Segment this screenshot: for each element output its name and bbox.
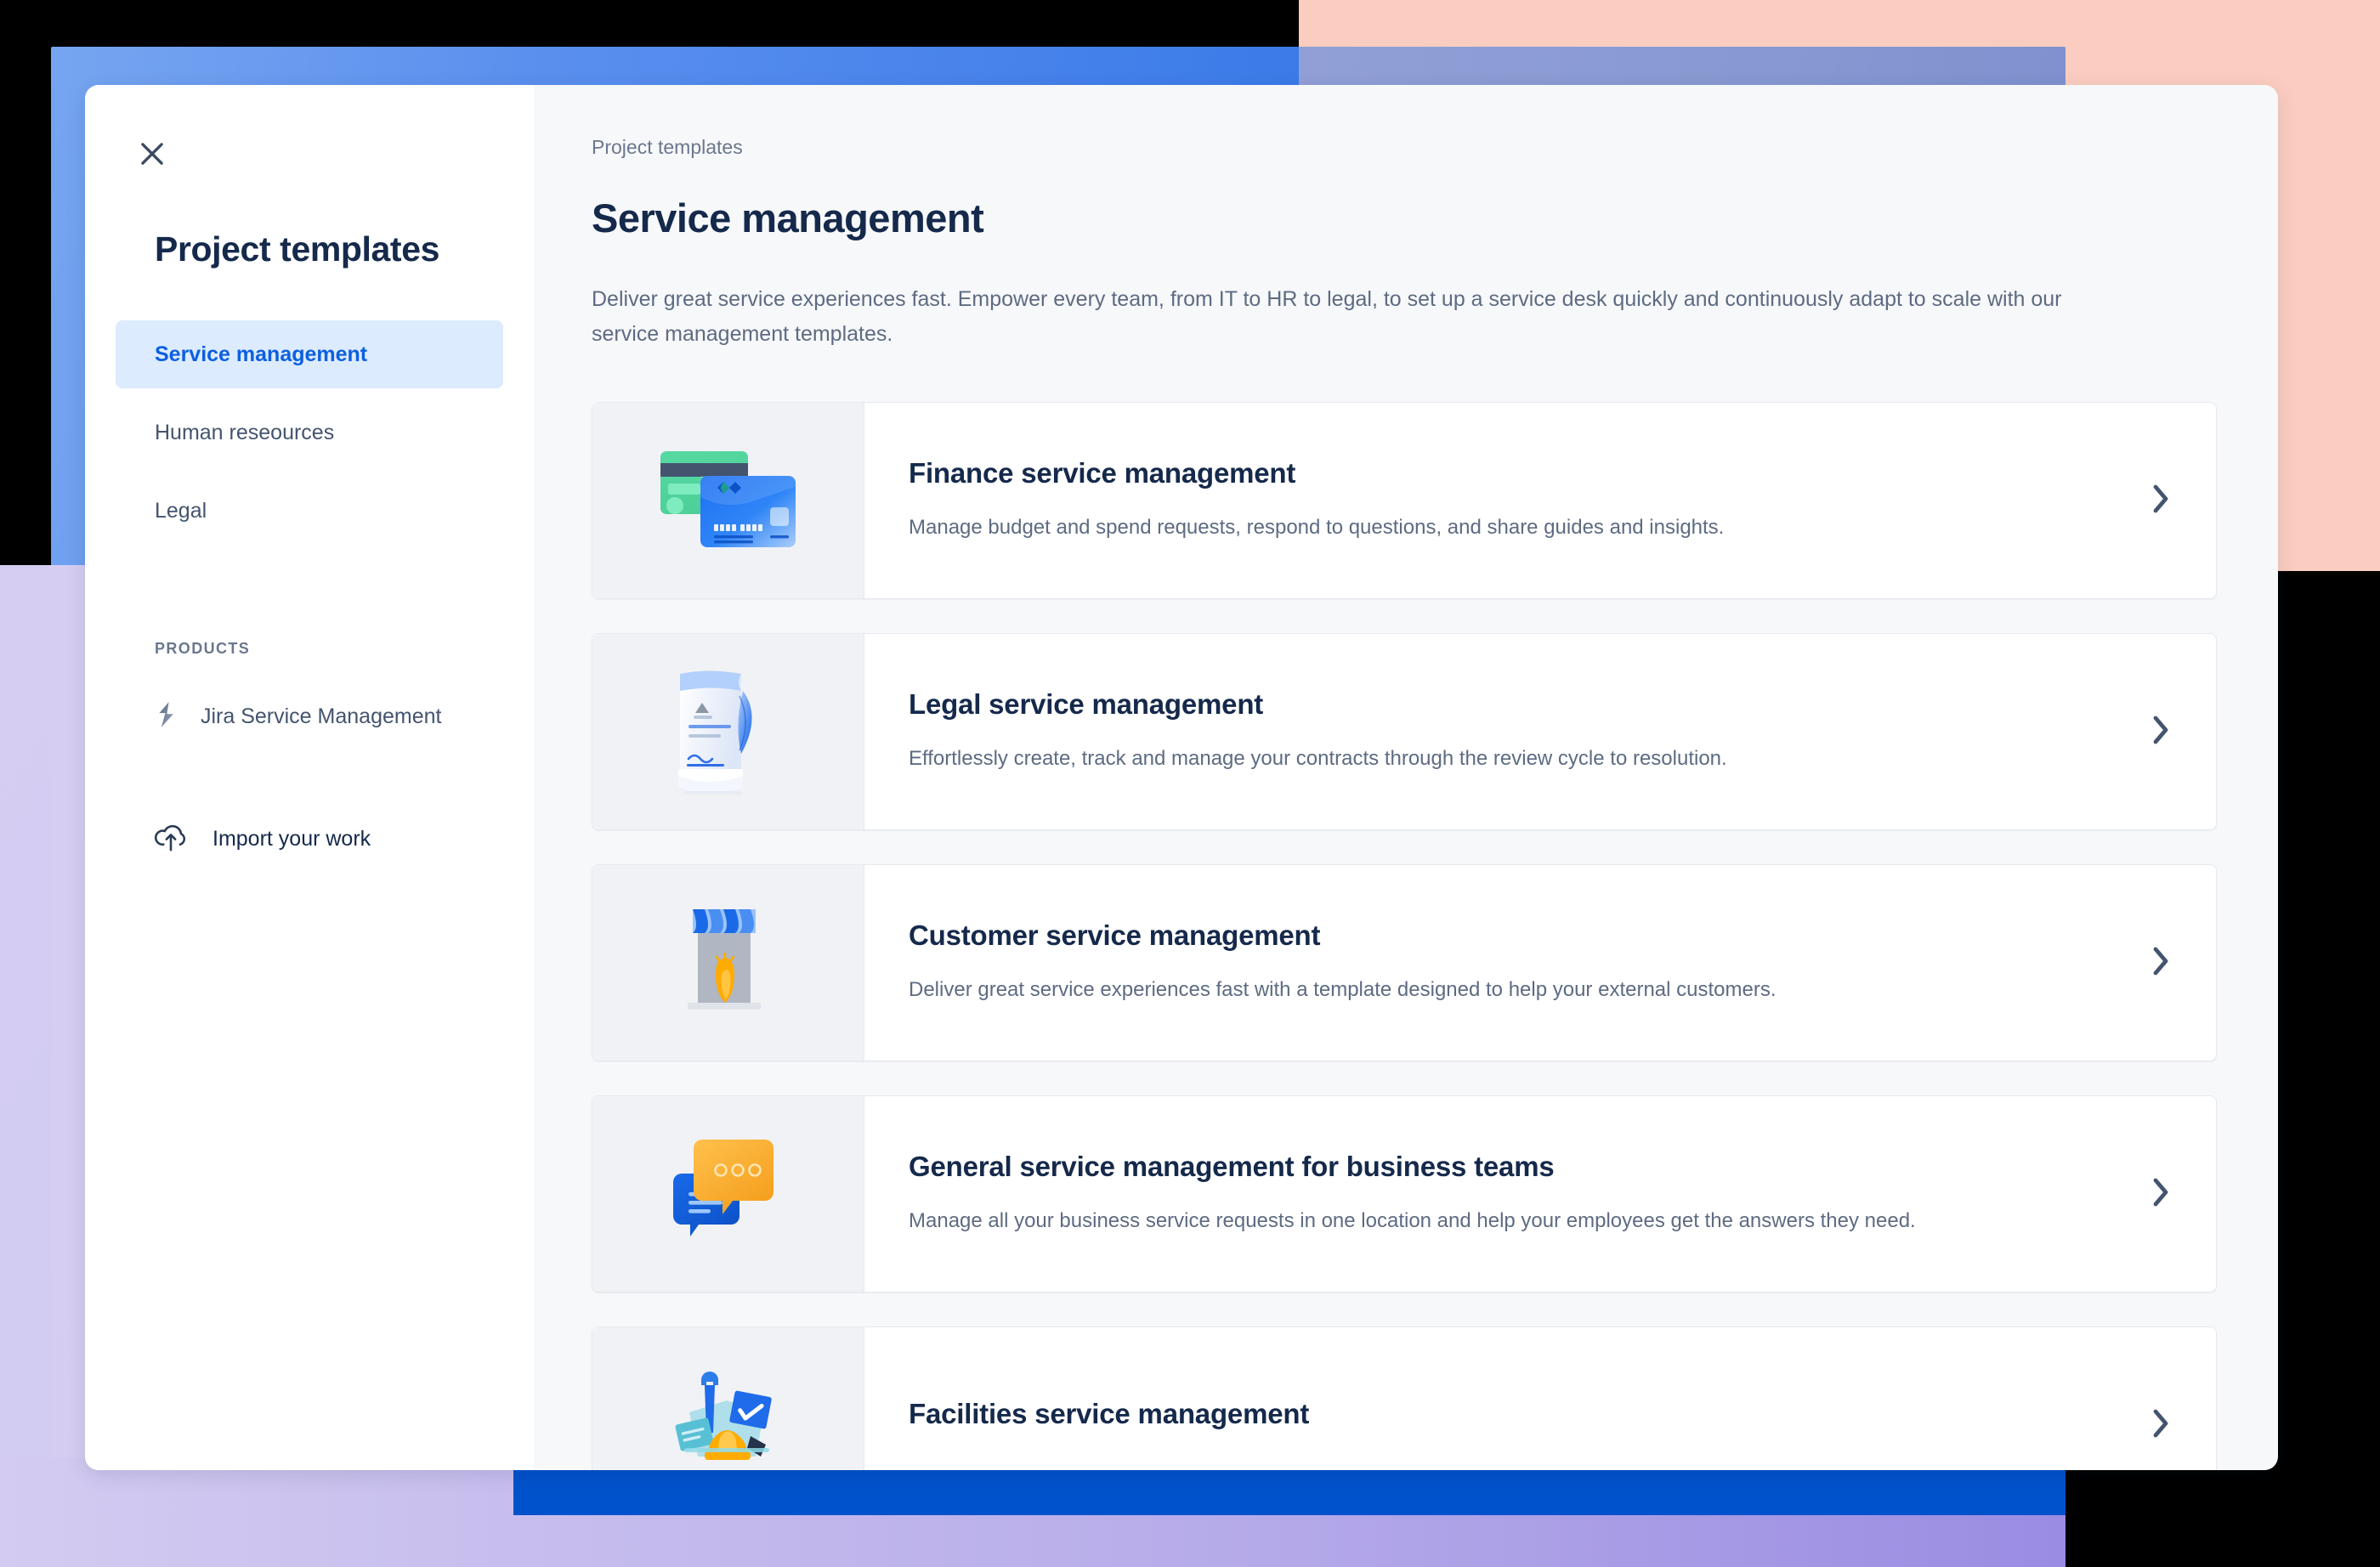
sidebar-nav: Service management Human reseources Lega… <box>116 320 503 545</box>
card-thumbnail <box>592 403 864 598</box>
template-card-general-service-management[interactable]: General service management for business … <box>592 1095 2217 1293</box>
template-card-legal-service-management[interactable]: Legal service management Effortlessly cr… <box>592 633 2217 830</box>
screen-root: Project templates Service management Hum… <box>0 0 2380 1567</box>
card-body: Customer service management Deliver grea… <box>864 865 2105 1061</box>
card-open-arrow[interactable] <box>2105 865 2216 1061</box>
card-body: Legal service management Effortlessly cr… <box>864 634 2105 829</box>
card-thumbnail <box>592 1096 864 1292</box>
sidebar-item-label: Jira Service Management <box>201 704 442 728</box>
card-thumbnail <box>592 634 864 829</box>
template-card-facilities-service-management[interactable]: Facilities service management <box>592 1327 2217 1470</box>
page-title: Service management <box>592 195 984 240</box>
chat-bubbles-illustration <box>665 1129 792 1259</box>
tools-hardhat-illustration <box>660 1360 796 1471</box>
close-x-icon <box>136 138 168 170</box>
card-title: Facilities service management <box>909 1398 1310 1429</box>
sidebar-section-label-products: PRODUCTS <box>155 640 251 657</box>
card-description: Manage all your business service request… <box>909 1209 1916 1233</box>
card-body: General service management for business … <box>864 1096 2105 1292</box>
card-title: General service management for business … <box>909 1151 1555 1183</box>
card-description: Manage budget and spend requests, respon… <box>909 516 1725 540</box>
sidebar-item-human-resources[interactable]: Human reseources <box>116 399 503 467</box>
chevron-right-icon <box>2150 482 2171 520</box>
scroll-quill-illustration <box>665 662 792 802</box>
page-description: Deliver great service experiences fast. … <box>592 287 2062 346</box>
project-templates-dialog: Project templates Service management Hum… <box>85 85 2278 1470</box>
sidebar-item-import-your-work[interactable]: Import your work <box>153 822 503 857</box>
template-card-customer-service-management[interactable]: Customer service management Deliver grea… <box>592 864 2217 1061</box>
card-open-arrow[interactable] <box>2105 1327 2216 1470</box>
card-title: Finance service management <box>909 457 1296 489</box>
storefront-illustration <box>669 897 788 1029</box>
sidebar-item-label: Human reseources <box>155 420 335 444</box>
card-body: Finance service management Manage budget… <box>864 403 2105 598</box>
card-body: Facilities service management <box>864 1327 2105 1470</box>
template-card-list: Finance service management Manage budget… <box>592 402 2217 1470</box>
sidebar: Project templates Service management Hum… <box>85 85 534 1470</box>
sidebar-item-label: Service management <box>155 342 368 366</box>
jira-service-management-logo-icon <box>153 700 182 733</box>
sidebar-item-label: Legal <box>155 498 207 523</box>
chevron-right-icon <box>2150 1175 2171 1213</box>
sidebar-item-label: Import your work <box>212 827 371 851</box>
card-open-arrow[interactable] <box>2105 634 2216 829</box>
cloud-upload-icon <box>153 822 189 857</box>
main-panel: Project templates Service management Del… <box>534 85 2278 1470</box>
card-description: Deliver great service experiences fast w… <box>909 978 1776 1002</box>
close-dialog-button[interactable] <box>126 127 178 180</box>
sidebar-item-service-management[interactable]: Service management <box>116 320 503 388</box>
sidebar-title: Project templates <box>155 229 439 269</box>
sidebar-item-jira-service-management[interactable]: Jira Service Management <box>153 700 503 733</box>
card-description: Effortlessly create, track and manage yo… <box>909 747 1727 771</box>
chevron-right-icon <box>2150 944 2171 982</box>
card-open-arrow[interactable] <box>2105 403 2216 598</box>
chevron-right-icon <box>2150 713 2171 751</box>
sidebar-item-legal[interactable]: Legal <box>116 477 503 545</box>
card-title: Legal service management <box>909 688 1264 721</box>
card-thumbnail <box>592 1327 864 1470</box>
chevron-right-icon <box>2150 1406 2171 1445</box>
card-thumbnail <box>592 865 864 1061</box>
credit-cards-illustration <box>656 446 801 556</box>
card-title: Customer service management <box>909 919 1321 952</box>
breadcrumb[interactable]: Project templates <box>592 136 2217 159</box>
template-card-finance-service-management[interactable]: Finance service management Manage budget… <box>592 402 2217 599</box>
card-open-arrow[interactable] <box>2105 1096 2216 1292</box>
